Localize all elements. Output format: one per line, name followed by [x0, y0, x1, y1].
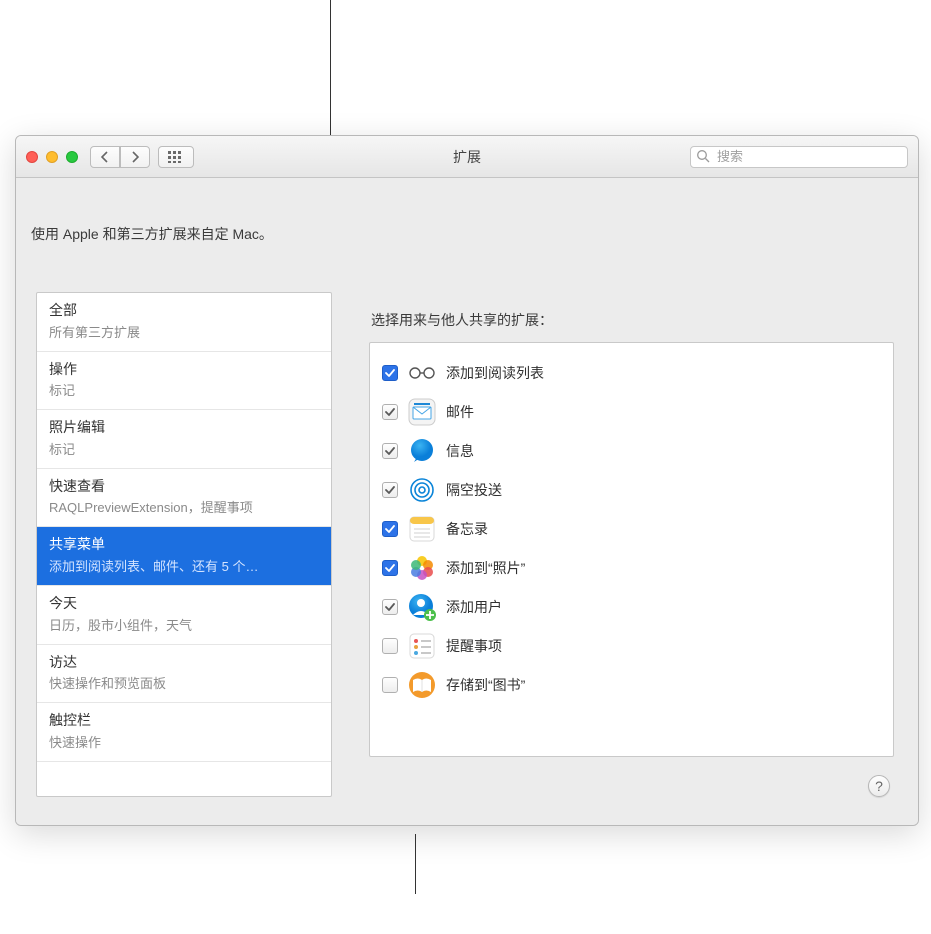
sidebar-item-title: 触控栏	[49, 711, 319, 731]
sidebar-item[interactable]: 操作标记	[37, 352, 331, 411]
extension-row: 添加用户	[382, 587, 881, 626]
extension-row: 提醒事项	[382, 626, 881, 665]
adduser-icon	[408, 593, 436, 621]
grid-icon	[168, 151, 184, 163]
sidebar-item[interactable]: 触控栏快速操作	[37, 703, 331, 762]
sidebar-item[interactable]: 共享菜单添加到阅读列表、邮件、还有 5 个…	[37, 527, 331, 586]
intro-text: 使用 Apple 和第三方扩展来自定 Mac。	[31, 224, 273, 244]
extension-checkbox[interactable]	[382, 443, 398, 459]
extension-checkbox[interactable]	[382, 365, 398, 381]
sidebar-item-subtitle: 快速操作和预览面板	[49, 673, 319, 692]
extensions-list: 添加到阅读列表邮件信息隔空投送备忘录添加到“照片” 添加用户提醒事项存储到“图书”	[369, 342, 894, 757]
main-heading: 选择用来与他人共享的扩展：	[371, 310, 553, 330]
sidebar-item-title: 操作	[49, 360, 319, 380]
extension-label: 存储到“图书”	[446, 675, 525, 695]
window-body: 使用 Apple 和第三方扩展来自定 Mac。 全部所有第三方扩展操作标记照片编…	[16, 178, 918, 825]
extension-row: 存储到“图书”	[382, 665, 881, 704]
sidebar-item-subtitle: 标记	[49, 439, 319, 458]
sidebar-item-subtitle: RAQLPreviewExtension，提醒事项	[49, 497, 319, 516]
main-panel: 选择用来与他人共享的扩展： 添加到阅读列表邮件信息隔空投送备忘录添加到“照片”添…	[351, 292, 896, 795]
search-input[interactable]	[690, 146, 908, 168]
sidebar-item-title: 共享菜单	[49, 535, 319, 555]
back-button[interactable]	[90, 146, 120, 168]
extension-label: 提醒事项	[446, 636, 502, 656]
search-icon	[696, 149, 710, 163]
extension-checkbox[interactable]	[382, 482, 398, 498]
sidebar-item-title: 快速查看	[49, 477, 319, 497]
extension-checkbox[interactable]	[382, 599, 398, 615]
extension-checkbox[interactable]	[382, 677, 398, 693]
search-field-wrap	[690, 146, 908, 168]
sidebar-item[interactable]: 今天日历，股市小组件，天气	[37, 586, 331, 645]
sidebar-item-title: 照片编辑	[49, 418, 319, 438]
sidebar-item[interactable]: 快速查看RAQLPreviewExtension，提醒事项	[37, 469, 331, 528]
sidebar-item-subtitle: 添加到阅读列表、邮件、还有 5 个…	[49, 556, 319, 575]
extensions-sidebar: 全部所有第三方扩展操作标记照片编辑标记快速查看RAQLPreviewExtens…	[36, 292, 332, 797]
extension-row: 添加到“照片”	[382, 548, 881, 587]
extension-label: 隔空投送	[446, 480, 502, 500]
extension-label: 邮件	[446, 402, 474, 422]
traffic-lights	[26, 151, 78, 163]
help-button[interactable]: ?	[868, 775, 890, 797]
extension-row: 添加到阅读列表	[382, 353, 881, 392]
photos-icon	[408, 554, 436, 582]
sidebar-item-title: 全部	[49, 301, 319, 321]
notes-icon	[408, 515, 436, 543]
sidebar-item[interactable]: 访达快速操作和预览面板	[37, 645, 331, 704]
forward-button[interactable]	[120, 146, 150, 168]
zoom-window-button[interactable]	[66, 151, 78, 163]
extension-row: 备忘录	[382, 509, 881, 548]
sidebar-item-subtitle: 所有第三方扩展	[49, 322, 319, 341]
extension-row: 信息	[382, 431, 881, 470]
show-all-button[interactable]	[158, 146, 194, 168]
chevron-right-icon	[131, 151, 139, 163]
sidebar-item[interactable]: 照片编辑标记	[37, 410, 331, 469]
extension-row: 邮件	[382, 392, 881, 431]
callout-line-2	[415, 834, 416, 894]
sidebar-item-title: 今天	[49, 594, 319, 614]
glasses-icon	[408, 359, 436, 387]
sidebar-item-title: 访达	[49, 653, 319, 673]
books-icon	[408, 671, 436, 699]
reminders-icon	[408, 632, 436, 660]
sidebar-item[interactable]: 全部所有第三方扩展	[37, 293, 331, 352]
extension-checkbox[interactable]	[382, 521, 398, 537]
sidebar-item-subtitle: 快速操作	[49, 732, 319, 751]
extension-checkbox[interactable]	[382, 560, 398, 576]
titlebar: 扩展	[16, 136, 918, 178]
close-window-button[interactable]	[26, 151, 38, 163]
chevron-left-icon	[101, 151, 109, 163]
sidebar-item-subtitle: 标记	[49, 380, 319, 399]
extension-checkbox[interactable]	[382, 404, 398, 420]
minimize-window-button[interactable]	[46, 151, 58, 163]
extension-label: 添加用户	[446, 597, 502, 617]
mail-icon	[408, 398, 436, 426]
extension-label: 添加到阅读列表	[446, 363, 544, 383]
messages-icon	[408, 437, 436, 465]
extension-checkbox[interactable]	[382, 638, 398, 654]
sidebar-item-subtitle: 日历，股市小组件，天气	[49, 615, 319, 634]
airdrop-icon	[408, 476, 436, 504]
extension-label: 信息	[446, 441, 474, 461]
extension-label: 备忘录	[446, 519, 488, 539]
extension-label: 添加到“照片”	[446, 558, 525, 578]
question-mark-icon: ?	[875, 778, 883, 794]
preferences-window: 扩展 使用 Apple 和第三方扩展来自定 Mac。 全部所有第三方扩展操作标记…	[15, 135, 919, 826]
extension-row: 隔空投送	[382, 470, 881, 509]
